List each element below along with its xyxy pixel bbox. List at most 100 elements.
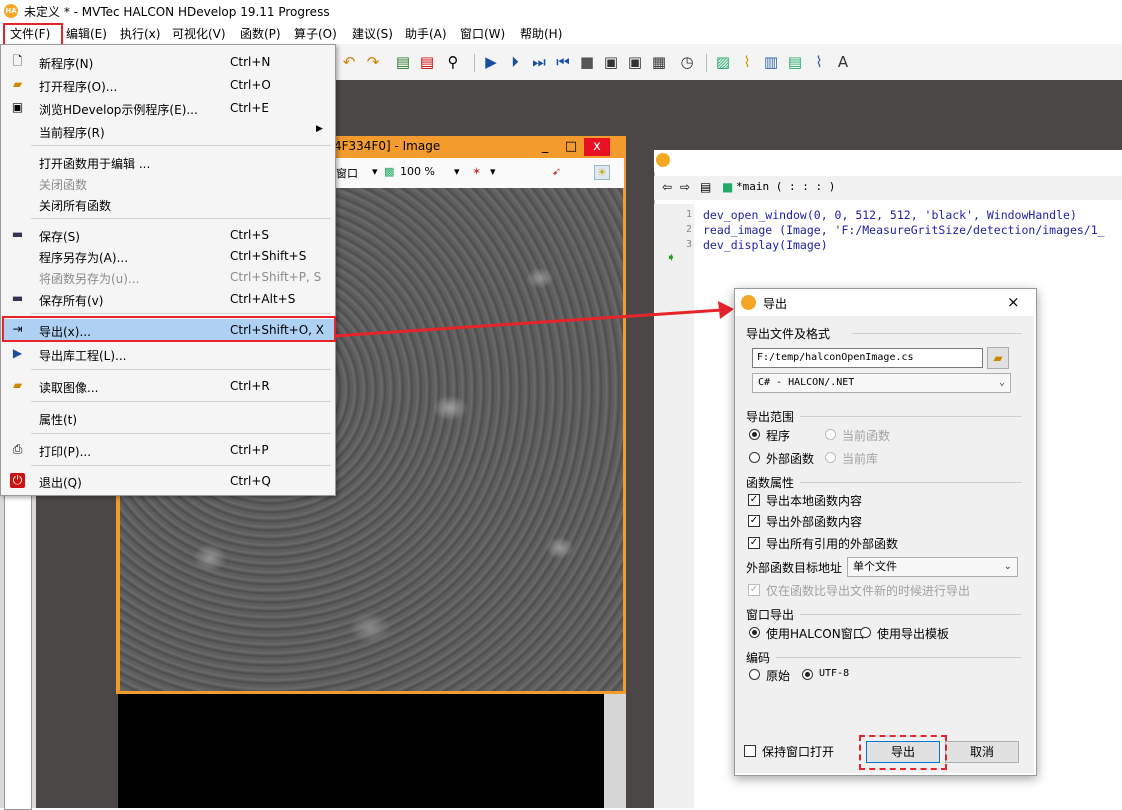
menu-item-shortcut: Ctrl+R (230, 379, 270, 393)
close-icon[interactable]: × (1007, 293, 1020, 311)
step-back-icon[interactable]: ⏮ (554, 53, 572, 71)
zoom-window-icon[interactable]: ▨ (714, 53, 732, 71)
step-over-icon[interactable]: ⏵ (506, 53, 524, 71)
feature-inspection-icon[interactable]: ▤ (786, 53, 804, 71)
menu-item-save-all[interactable]: ▬ 保存所有(v) Ctrl+Alt+S (2, 288, 334, 309)
code-line[interactable]: read_image (Image, 'F:/MeasureGritSize/d… (703, 223, 1105, 237)
menu-item-browse-examples[interactable]: ▣ 浏览HDevelop示例程序(E)... Ctrl+E (2, 97, 334, 118)
radio-export-template[interactable] (860, 627, 871, 638)
radio-encoding-utf8[interactable] (802, 669, 813, 680)
chevron-down-icon[interactable]: ▾ (454, 165, 460, 178)
cancel-button[interactable]: 取消 (945, 741, 1019, 763)
find-icon[interactable]: ⚲ (444, 53, 462, 71)
line-profile-icon[interactable]: ⌇ (810, 53, 828, 71)
maximize-button[interactable]: □ (558, 138, 584, 156)
radio-current-procedure[interactable] (825, 429, 836, 440)
menu-separator (31, 313, 331, 314)
reset-program-icon[interactable]: ▦ (650, 53, 668, 71)
gray-histogram-icon[interactable]: ⌇ (738, 53, 756, 71)
menu-item-label: 属性(t) (39, 413, 78, 427)
menu-item-open-procedure[interactable]: 打开函数用于编辑 ... (2, 151, 334, 172)
menu-item-current-program[interactable]: 当前程序(R) ▶ (2, 120, 334, 141)
checkbox-only-newer[interactable]: ✓ (748, 584, 760, 596)
menu-item-close-procedure[interactable]: 关闭函数 (2, 172, 334, 193)
draw-color-icon[interactable]: ✶ (472, 165, 481, 178)
minimize-button[interactable]: _ (532, 138, 558, 156)
code-line[interactable]: dev_open_window(0, 0, 512, 512, 'black',… (703, 208, 1077, 222)
procedure-icon: ■ (722, 180, 734, 194)
procedure-edit-icon[interactable]: ▤ (700, 180, 711, 194)
menu-item-properties[interactable]: 属性(t) (2, 407, 334, 428)
radio-program[interactable] (749, 429, 760, 440)
group-line (852, 333, 1022, 334)
external-target-select[interactable]: 单个文件 ⌄ (847, 557, 1018, 577)
code-line[interactable]: dev_display(Image) (703, 238, 828, 252)
menu-item-save[interactable]: ▬ 保存(S) Ctrl+S (2, 224, 334, 245)
menu-execute[interactable]: 执行(x) (120, 25, 160, 42)
menu-item-export-library[interactable]: ▶ 导出库工程(L)... (2, 343, 334, 364)
chevron-down-icon[interactable]: ▾ (490, 165, 496, 178)
radio-encoding-original[interactable] (749, 669, 760, 680)
step-forward-icon[interactable]: ⏭ (530, 53, 548, 71)
radio-external-procedure[interactable] (749, 452, 760, 463)
ocr-icon[interactable]: A (834, 53, 852, 71)
menu-item-read-image[interactable]: ▰ 读取图像... Ctrl+R (2, 375, 334, 396)
menu-item-print[interactable]: ⎙ 打印(P)... Ctrl+P (2, 439, 334, 460)
chevron-down-icon[interactable]: ▾ (372, 165, 378, 178)
open-folder-icon: ▰ (12, 77, 23, 91)
procedure-selector[interactable]: *main ( : : : ) (736, 180, 835, 193)
checkbox-keep-open[interactable] (744, 745, 756, 757)
undo-icon[interactable]: ↶ (340, 53, 358, 71)
forward-arrow-icon[interactable]: ⇨ (680, 180, 690, 194)
graphics-window-lower (118, 694, 604, 808)
menu-help[interactable]: 帮助(H) (520, 25, 562, 42)
checkbox-keep-open-label: 保持窗口打开 (762, 745, 835, 759)
feature-histogram-icon[interactable]: ▥ (762, 53, 780, 71)
back-arrow-icon[interactable]: ⇦ (662, 180, 672, 194)
program-window-header (654, 150, 1122, 172)
menu-assistants[interactable]: 助手(A) (405, 25, 447, 42)
menu-window[interactable]: 窗口(W) (460, 25, 505, 42)
radio-halcon-window-label: 使用HALCON窗口 (766, 627, 865, 641)
redo-icon[interactable]: ↷ (364, 53, 382, 71)
menu-procedures[interactable]: 函数(P) (240, 25, 281, 42)
menu-operators[interactable]: 算子(O) (294, 25, 337, 42)
profiler-icon[interactable]: ◷ (678, 53, 696, 71)
menu-item-save-as[interactable]: 程序另存为(A)... Ctrl+Shift+S (2, 245, 334, 266)
stop-icon[interactable]: ■ (578, 53, 596, 71)
activate-line-icon[interactable]: ▤ (394, 53, 412, 71)
menu-item-new-program[interactable]: 🗋 新程序(N) Ctrl+N (2, 51, 334, 72)
menu-item-shortcut: Ctrl+Alt+S (230, 292, 296, 306)
export-format-select[interactable]: C# - HALCON/.NET ⌄ (752, 373, 1011, 393)
browse-folder-button[interactable]: ▰ (987, 347, 1009, 369)
menu-item-open-program[interactable]: ▰ 打开程序(O)... Ctrl+O (2, 74, 334, 95)
checkbox-all-referenced[interactable]: ✓ (748, 537, 760, 549)
menu-visualization[interactable]: 可视化(V) (172, 25, 226, 42)
menu-edit[interactable]: 编辑(E) (66, 25, 107, 42)
radio-current-library[interactable] (825, 452, 836, 463)
pointer-icon[interactable]: ➹ (552, 165, 561, 178)
checkbox-external-procedures[interactable]: ✓ (748, 515, 760, 527)
line-number: 2 (686, 224, 693, 235)
checkbox-all-referenced-label: 导出所有引用的外部函数 (766, 537, 899, 551)
deactivate-line-icon[interactable]: ▤ (418, 53, 436, 71)
menu-separator (31, 465, 331, 466)
menu-item-close-all-procedures[interactable]: 关闭所有函数 (2, 193, 334, 214)
close-button[interactable]: x (584, 138, 610, 156)
checkbox-local-procedures[interactable]: ✓ (748, 494, 760, 506)
menu-item-save-procedure-as[interactable]: 将函数另存为(u)... Ctrl+Shift+P, S (2, 266, 334, 287)
menu-item-label: 将函数另存为(u)... (39, 272, 140, 286)
step-into-icon[interactable]: ▣ (602, 53, 620, 71)
menu-item-exit[interactable]: ⏻ 退出(Q) Ctrl+Q (2, 470, 334, 491)
run-icon[interactable]: ▶ (482, 53, 500, 71)
menu-suggestions[interactable]: 建议(S) (352, 25, 393, 42)
halcon-logo-icon (741, 295, 756, 310)
zoom-level[interactable]: 100 % (400, 165, 435, 178)
menu-item-shortcut: Ctrl+P (230, 443, 269, 457)
radio-halcon-window[interactable] (749, 627, 760, 638)
export-file-path-input[interactable]: F:/temp/halconOpenImage.cs (752, 348, 983, 368)
lightbulb-icon[interactable]: ☀ (594, 165, 610, 180)
window-menu-fragment[interactable]: 窗口 (336, 165, 358, 181)
export-library-icon: ▶ (12, 346, 23, 360)
step-out-icon[interactable]: ▣ (626, 53, 644, 71)
